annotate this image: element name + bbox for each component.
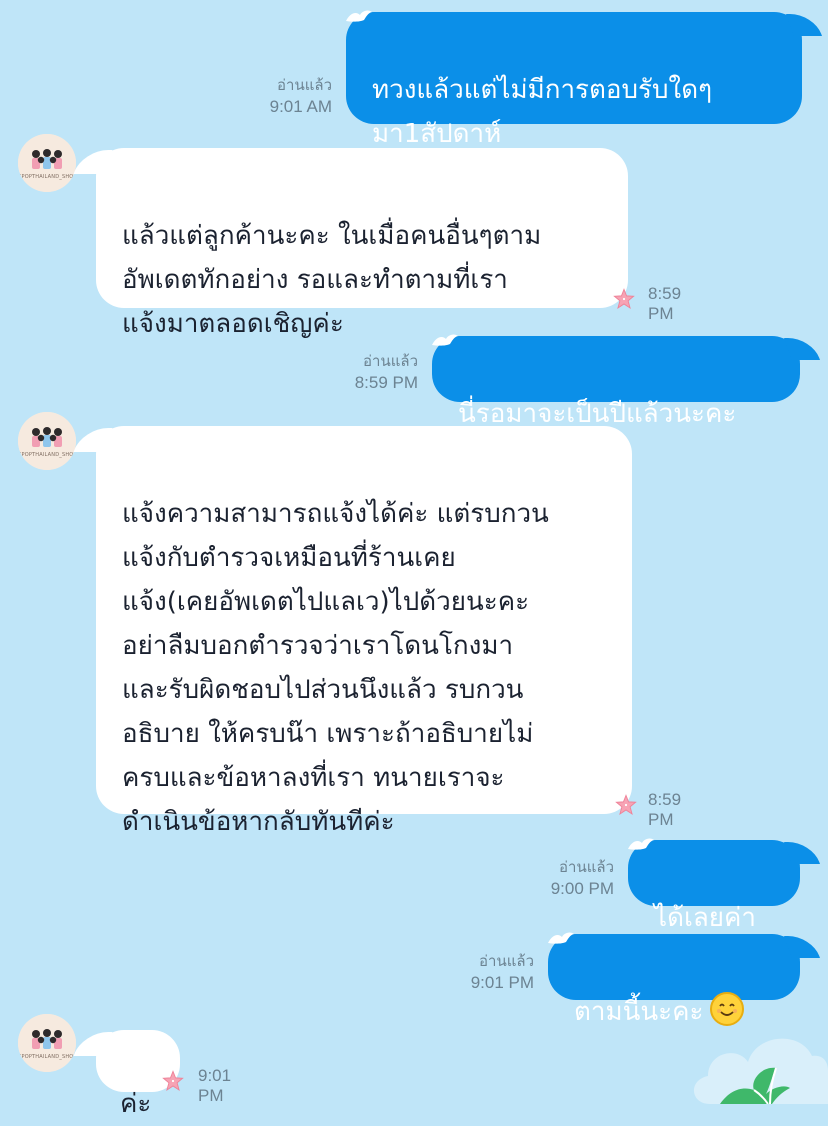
avatar-image-icon bbox=[18, 134, 76, 192]
avatar-caption: KPOPTHAILAND_SHOP bbox=[18, 452, 76, 458]
read-receipt: อ่านแล้ว bbox=[277, 77, 332, 94]
message-text: แจ้งความสามารถแจ้งได้ค่ะ แต่รบกวน แจ้งกั… bbox=[122, 499, 549, 837]
message-bubble[interactable]: แจ้งความสามารถแจ้งได้ค่ะ แต่รบกวน แจ้งกั… bbox=[96, 426, 632, 837]
avatar-caption: KPOPTHAILAND_SHOP bbox=[18, 174, 76, 180]
wing-decoration-icon bbox=[626, 837, 656, 851]
message-time: 8:59 PM bbox=[648, 284, 682, 323]
message-text: แล้วแต่ลูกค้านะคะ ในเมื่อคนอื่นๆตาม อัพเ… bbox=[122, 221, 542, 339]
read-receipt: อ่านแล้ว bbox=[479, 953, 534, 970]
read-receipt: อ่านแล้ว bbox=[559, 859, 614, 876]
message-meta: อ่านแล้ว 8:59 PM bbox=[320, 352, 418, 394]
avatar[interactable]: KPOPTHAILAND_SHOP bbox=[18, 412, 76, 470]
cloud-decoration-icon bbox=[693, 1038, 828, 1104]
read-receipt: อ่านแล้ว bbox=[363, 353, 418, 370]
message-meta: อ่านแล้ว 9:01 PM bbox=[436, 952, 534, 994]
avatar-image-icon bbox=[18, 1014, 76, 1072]
starfish-icon bbox=[615, 794, 637, 816]
wing-decoration-icon bbox=[430, 333, 460, 347]
message-text: นี่รอมาจะเป็นปีแล้วนะคะ bbox=[458, 399, 737, 429]
chat-view[interactable]: อ่านแล้ว 9:01 AM ทวงแล้วแต่ไม่มีการตอบรั… bbox=[0, 0, 828, 1119]
wing-decoration-icon bbox=[546, 931, 576, 945]
message-bubble[interactable]: ตามนี้นะคะ bbox=[548, 934, 800, 1027]
message-meta: อ่านแล้ว 9:01 AM bbox=[236, 76, 332, 118]
avatar-image-icon bbox=[18, 412, 76, 470]
wing-decoration-icon bbox=[344, 9, 374, 23]
message-time: 9:01 PM bbox=[470, 973, 534, 992]
message-text: ค่ะ bbox=[120, 1089, 152, 1119]
message-time: 9:01 AM bbox=[269, 97, 332, 116]
message-time: 9:01 PM bbox=[198, 1066, 232, 1105]
message-text: ทวงแล้วแต่ไม่มีการตอบรับใดๆ มา1สัปดาห์ bbox=[372, 75, 713, 149]
message-text: ได้เลยค่า bbox=[654, 903, 757, 933]
avatar[interactable]: KPOPTHAILAND_SHOP bbox=[18, 1014, 76, 1072]
message-meta: อ่านแล้ว 9:00 PM bbox=[516, 858, 614, 900]
avatar[interactable]: KPOPTHAILAND_SHOP bbox=[18, 134, 76, 192]
starfish-icon bbox=[162, 1070, 184, 1092]
message-bubble[interactable]: แล้วแต่ลูกค้านะคะ ในเมื่อคนอื่นๆตาม อัพเ… bbox=[96, 148, 628, 339]
message-time: 8:59 PM bbox=[648, 790, 682, 829]
message-bubble[interactable]: นี่รอมาจะเป็นปีแล้วนะคะ bbox=[432, 336, 800, 429]
message-time: 9:00 PM bbox=[550, 879, 614, 898]
message-time: 8:59 PM bbox=[354, 373, 418, 392]
message-bubble[interactable]: ทวงแล้วแต่ไม่มีการตอบรับใดๆ มา1สัปดาห์ bbox=[346, 12, 802, 149]
avatar-caption: KPOPTHAILAND_SHOP bbox=[18, 1054, 76, 1060]
starfish-icon bbox=[613, 288, 635, 310]
